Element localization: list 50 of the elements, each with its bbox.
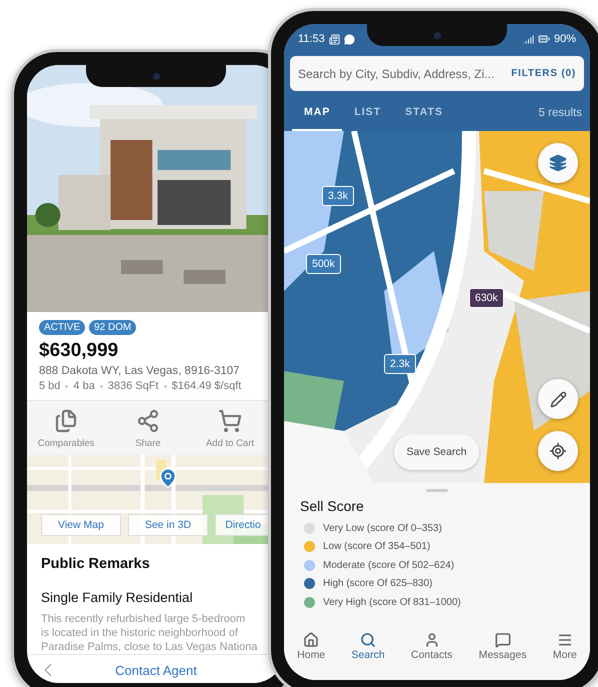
nav-item[interactable]: Messages: [478, 632, 527, 670]
person-icon: [424, 632, 440, 648]
battery-icon: [538, 33, 550, 45]
map-button[interactable]: Directio: [215, 514, 271, 536]
document-icon: [328, 34, 340, 44]
listing-price: $630,999: [39, 340, 120, 362]
camera-icon: [152, 72, 160, 80]
action-button[interactable]: Add to Cart: [197, 409, 263, 449]
status-badge: ACTIVE: [39, 320, 86, 335]
home-icon: [303, 632, 320, 648]
status-time: 11:53: [298, 33, 325, 45]
search-icon: [360, 632, 376, 648]
chat-bubble-icon: [344, 34, 355, 44]
listing-address: 888 Dakota WY, Las Vegas, 8916-3107: [39, 365, 241, 377]
remarks-paragraph: This recently refurbished large 5-bedroom is located in the historic neighborhood of Paradise Palms, close to Las Vegas Nationa: [41, 612, 258, 654]
nav-item[interactable]: Search: [351, 632, 385, 670]
view-tab[interactable]: STATS: [393, 95, 455, 131]
action-button[interactable]: Share: [115, 409, 181, 449]
listing-fact: $164.49 $/sqft: [172, 380, 242, 392]
legend-title: Sell Score: [300, 498, 365, 514]
section-title: Public Remarks: [41, 556, 151, 572]
legend-label: Very High (score Of 831–1000): [323, 596, 461, 608]
camera-icon: [434, 32, 440, 38]
legend-label: Very Low (score Of 0–353): [323, 522, 442, 534]
nav-item[interactable]: More: [552, 632, 577, 670]
share-icon: [136, 409, 160, 433]
listing-fact: 3836 SqFt: [108, 380, 159, 392]
legend-label: Low (score Of 354–501): [323, 541, 430, 552]
property-type: Single Family Residential: [41, 590, 194, 605]
documents-icon: [54, 409, 78, 433]
listing-fact: 4 ba: [73, 380, 95, 392]
legend-label: Moderate (score Of 502–624): [323, 560, 454, 571]
search-field[interactable]: Search by City, Subdiv, Address, Zi... FILTERS (0): [290, 56, 584, 91]
contact-agent-button[interactable]: Contact Agent: [111, 660, 201, 680]
listing-fact: 5 bd: [39, 380, 60, 392]
map-pin-icon: [157, 467, 179, 489]
map-button[interactable]: View Map: [41, 514, 121, 536]
legend-label: High (score Of 625–830): [323, 578, 433, 590]
filters-button[interactable]: FILTERS (0): [511, 68, 576, 79]
nav-item[interactable]: Contacts: [411, 632, 452, 670]
nav-item[interactable]: Home: [297, 632, 326, 670]
action-button[interactable]: Comparables: [33, 409, 99, 449]
message-icon: [494, 632, 511, 648]
battery-percent: 90%: [554, 33, 576, 45]
view-tab[interactable]: LIST: [342, 95, 394, 131]
menu-icon: [556, 632, 573, 648]
results-count: 5 results: [538, 107, 582, 119]
cart-icon: [218, 409, 242, 433]
status-badge: 92 DOM: [89, 320, 136, 335]
map-button[interactable]: See in 3D: [128, 514, 208, 536]
